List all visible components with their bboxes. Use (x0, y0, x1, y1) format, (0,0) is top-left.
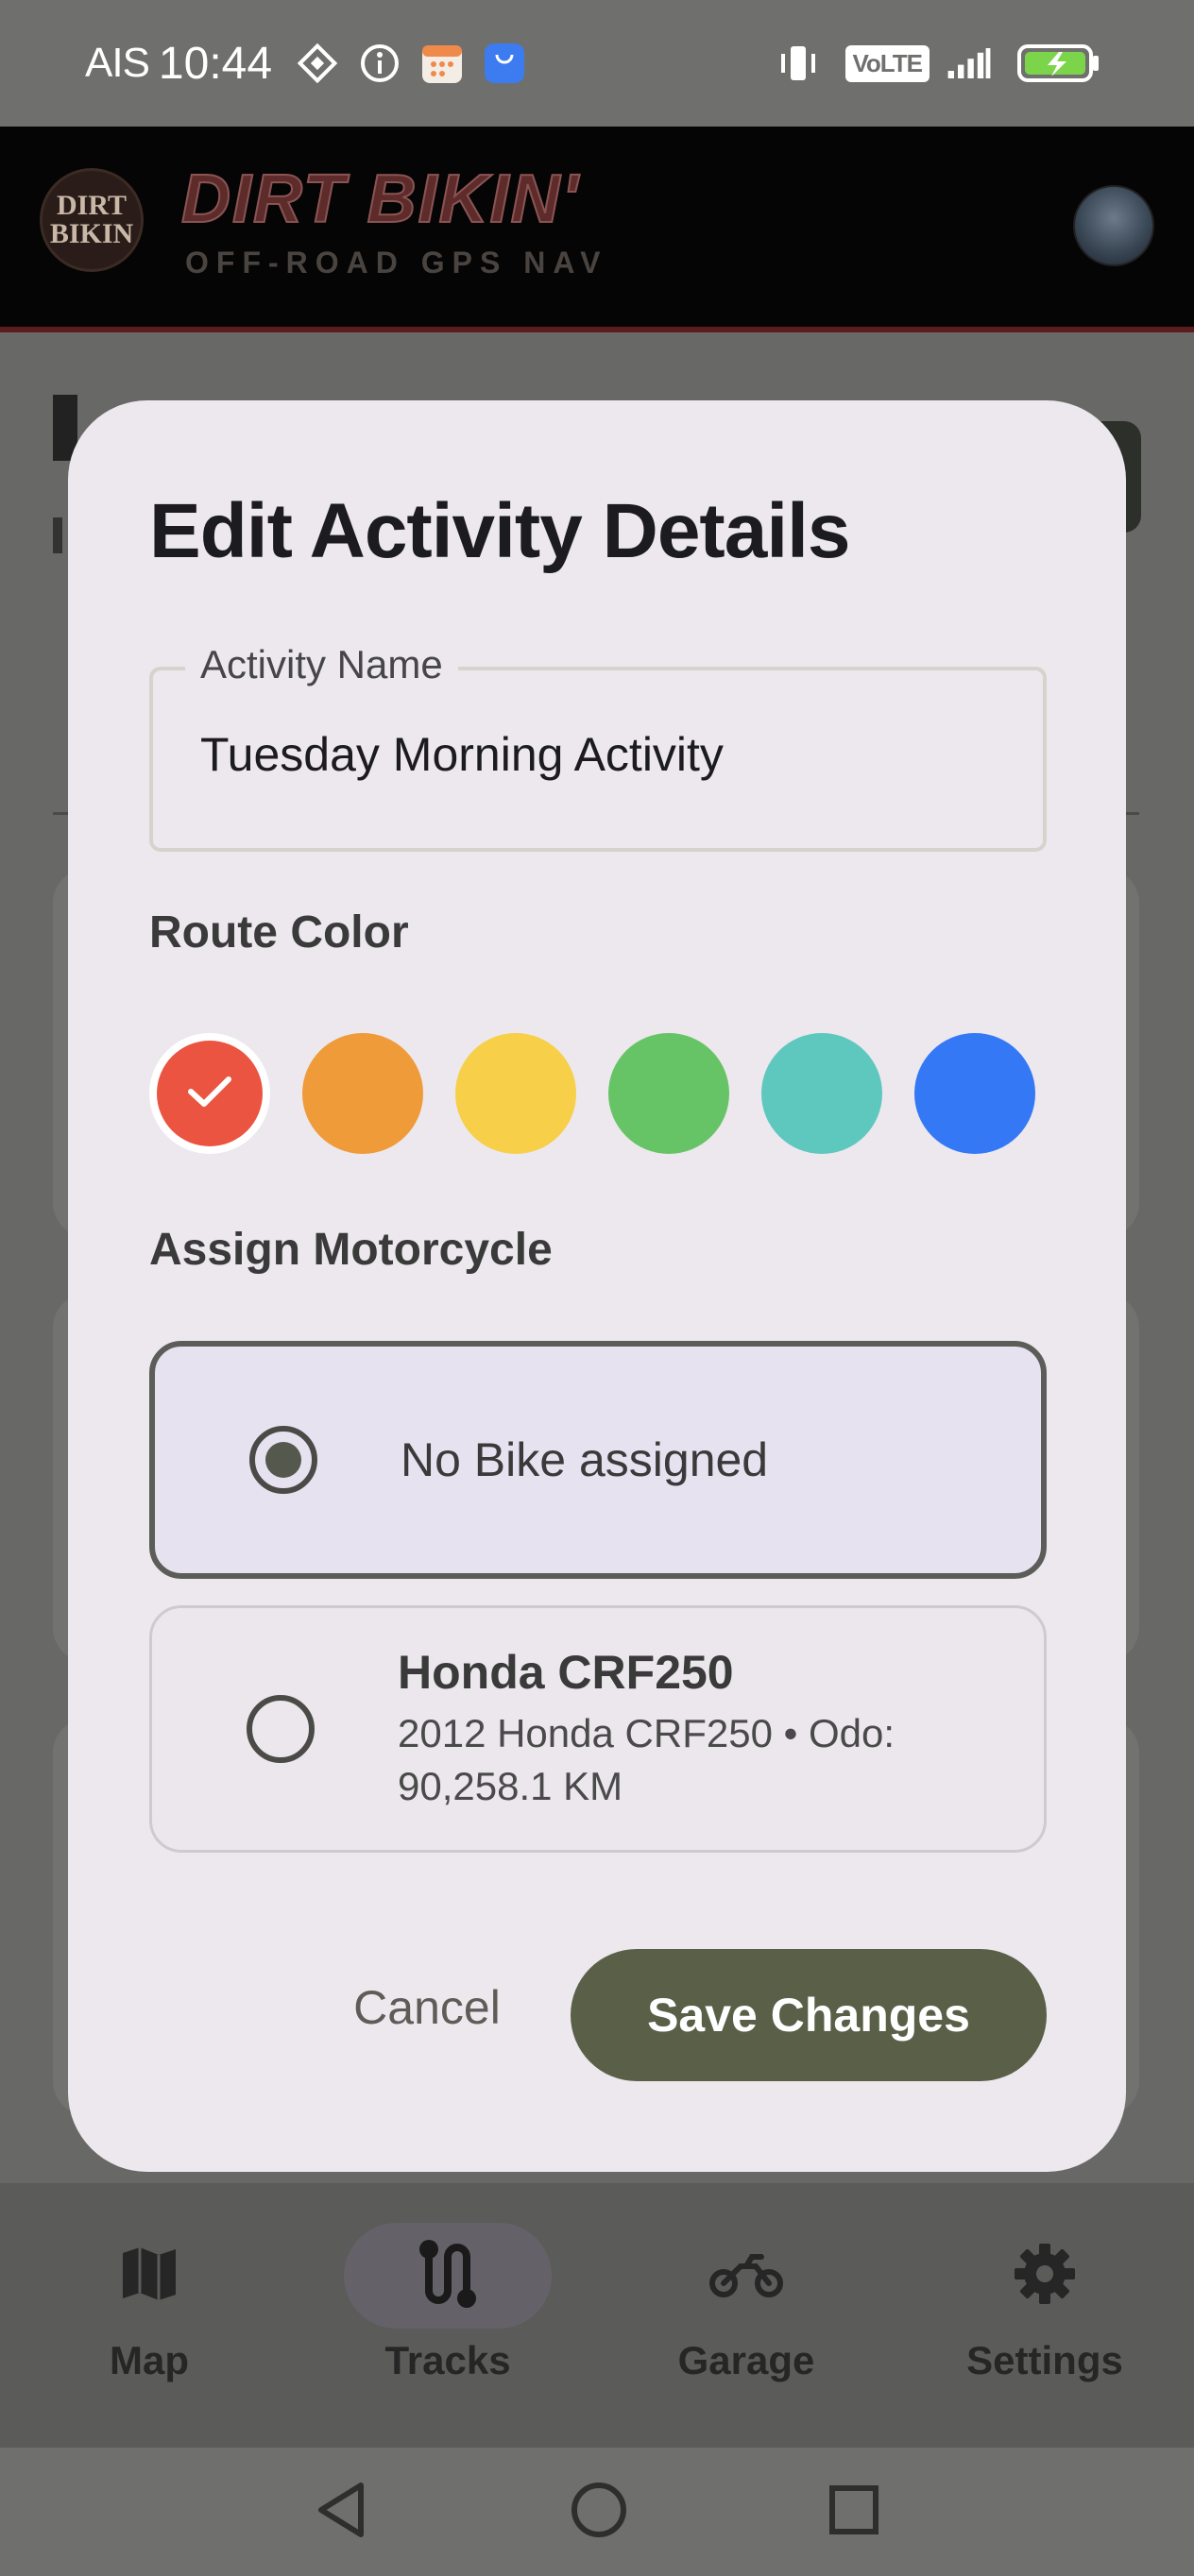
nav-label-tracks: Tracks (384, 2338, 511, 2382)
map-icon (115, 2240, 183, 2313)
save-changes-button[interactable]: Save Changes (571, 1949, 1047, 2081)
brand-title: DIRT BIKIN' (180, 161, 580, 238)
avatar[interactable] (1073, 185, 1154, 266)
checkmark-icon (185, 1073, 234, 1115)
app-logo: DIRT BIKIN (40, 168, 144, 272)
carrier-label: AIS (85, 40, 150, 86)
activity-name-label: Activity Name (185, 642, 458, 687)
back-icon[interactable] (314, 2480, 370, 2545)
nav-item-garage[interactable]: Garage (597, 2183, 896, 2448)
gear-icon (1011, 2240, 1079, 2313)
signal-icon (947, 41, 992, 86)
status-bar: AIS 10:44 VoLTE (0, 0, 1194, 127)
cancel-button[interactable]: Cancel (323, 1960, 531, 2055)
nav-label-settings: Settings (966, 2338, 1123, 2382)
app-market-icon (482, 41, 527, 86)
nav-item-map[interactable]: Map (0, 2183, 298, 2448)
app-header: DIRT BIKIN DIRT BIKIN' OFF-ROAD GPS NAV (0, 127, 1194, 332)
nav-label-map: Map (110, 2338, 189, 2382)
nav-label-garage: Garage (677, 2338, 815, 2382)
logo-text-top: DIRT (57, 190, 127, 221)
brand-subtitle: OFF-ROAD GPS NAV (185, 246, 608, 280)
activity-name-field[interactable]: Activity Name (149, 642, 1047, 852)
radio-unselected[interactable] (247, 1695, 315, 1763)
bottom-navigation: Map Tracks Garage Settings (0, 2183, 1194, 2448)
background-subtitle (53, 517, 62, 553)
dialog-title: Edit Activity Details (149, 488, 851, 574)
clock: 10:44 (158, 38, 273, 89)
battery-charging-icon (1016, 41, 1101, 86)
home-icon[interactable] (569, 2480, 629, 2545)
edit-activity-dialog: Edit Activity Details Activity Name Rout… (68, 400, 1126, 2172)
info-icon (357, 41, 402, 86)
activity-name-input[interactable] (200, 727, 1013, 782)
radio-selected[interactable] (249, 1426, 317, 1494)
vibrate-icon (776, 41, 821, 86)
diamond-icon (295, 41, 340, 86)
bike-option-honda[interactable]: Honda CRF250 2012 Honda CRF250 • Odo: 90… (149, 1605, 1047, 1853)
logo-text-bottom: BIKIN (49, 218, 134, 249)
color-swatch-orange[interactable] (302, 1033, 423, 1154)
bike-detail: 2012 Honda CRF250 • Odo: 90,258.1 KM (398, 1711, 896, 1808)
route-color-label: Route Color (149, 907, 409, 958)
volte-badge: VoLTE (844, 44, 930, 82)
route-icon (414, 2236, 482, 2316)
color-swatch-green[interactable] (608, 1033, 729, 1154)
color-swatch-red[interactable] (157, 1041, 263, 1146)
route-color-picker (149, 1033, 1035, 1154)
bike-option-label: No Bike assigned (401, 1433, 769, 1486)
calendar-icon (419, 41, 465, 86)
system-navigation (0, 2448, 1194, 2576)
motorcycle-icon (708, 2246, 784, 2307)
color-swatch-yellow[interactable] (455, 1033, 576, 1154)
nav-item-settings[interactable]: Settings (896, 2183, 1194, 2448)
bike-option-none[interactable]: No Bike assigned (149, 1341, 1047, 1579)
nav-item-tracks[interactable]: Tracks (298, 2183, 597, 2448)
color-swatch-blue[interactable] (914, 1033, 1035, 1154)
color-swatch-teal[interactable] (761, 1033, 882, 1154)
recents-icon[interactable] (827, 2483, 880, 2541)
bike-title: Honda CRF250 (398, 1646, 734, 1699)
assign-motorcycle-label: Assign Motorcycle (149, 1225, 553, 1275)
